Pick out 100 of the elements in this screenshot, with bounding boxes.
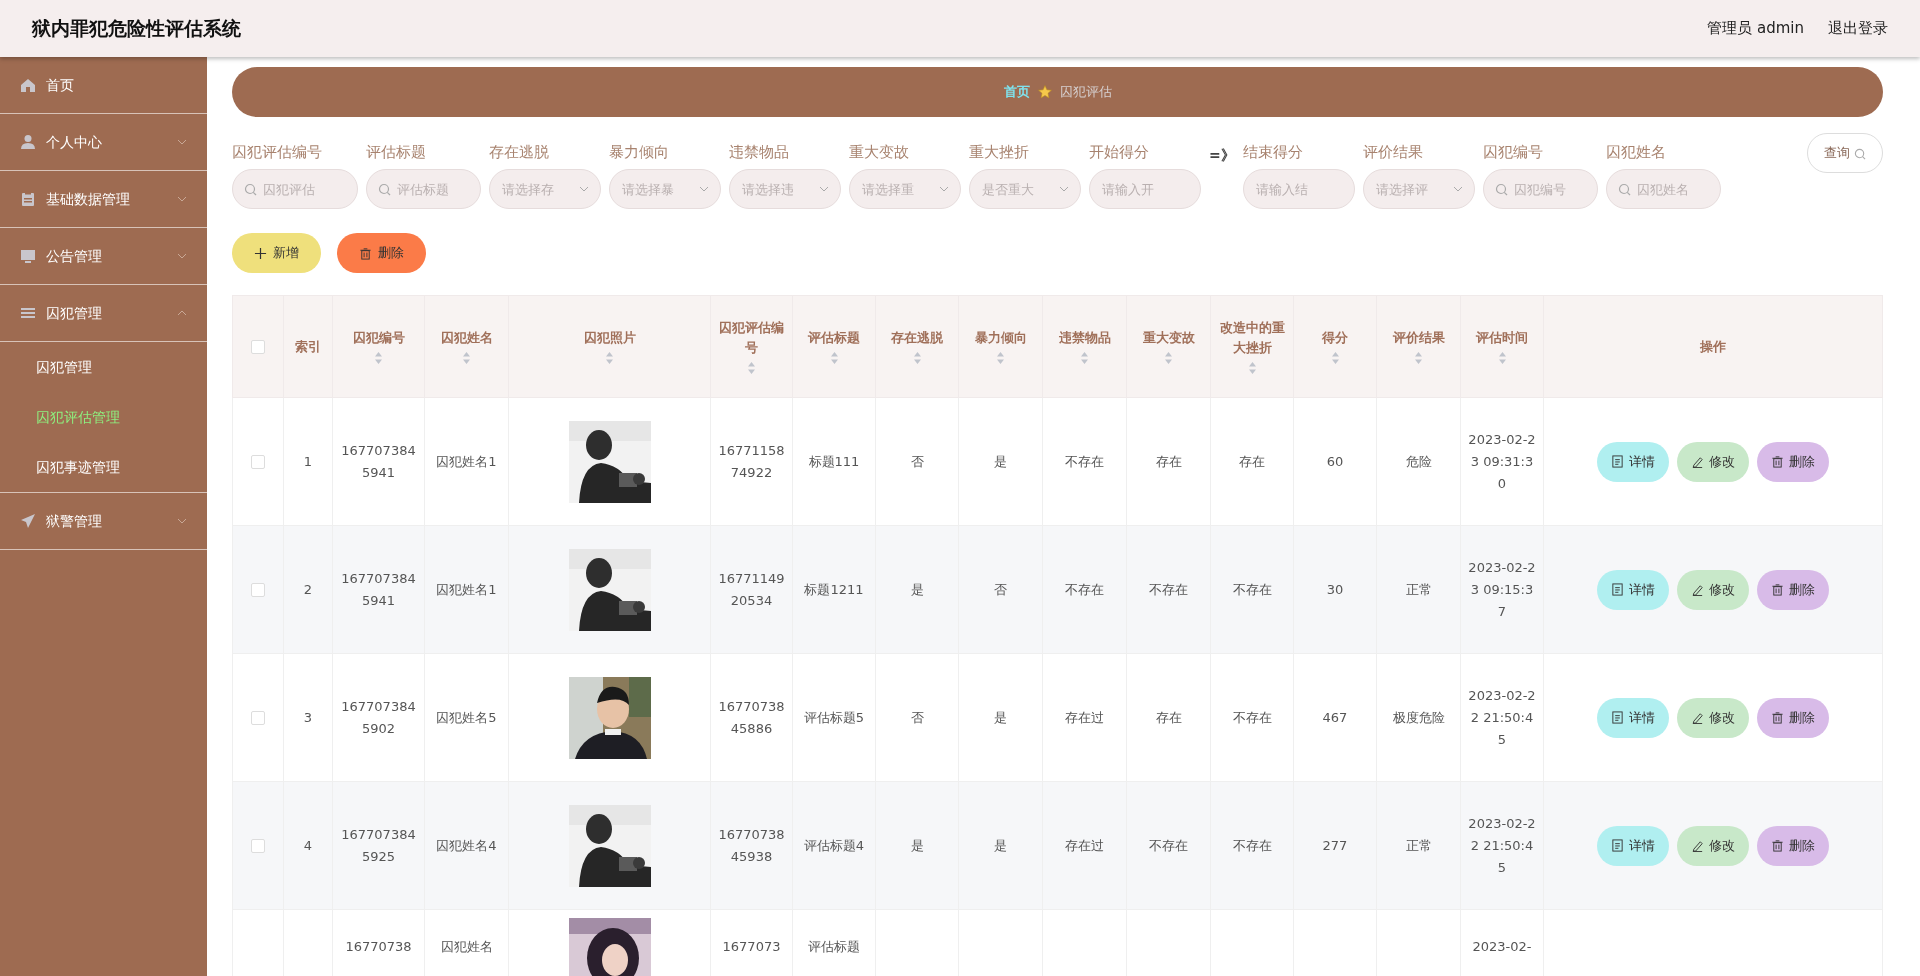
- table-cell: 467: [1322, 709, 1348, 725]
- sort-icon: [1414, 351, 1423, 366]
- filter-label: 暴力倾向: [609, 142, 670, 163]
- chevron-down-icon: [699, 184, 709, 194]
- sidebar-item[interactable]: 首页: [0, 57, 207, 114]
- table-cell: 1: [303, 453, 313, 469]
- table-cell: 评估标题4: [803, 837, 865, 853]
- table-cell: 30: [1326, 581, 1344, 597]
- submenu-item[interactable]: 囚犯事迹管理: [0, 442, 207, 492]
- table-cell: 存在: [1155, 709, 1182, 725]
- delete-button[interactable]: 删除: [1757, 825, 1829, 866]
- edit-button[interactable]: 修改: [1677, 441, 1749, 482]
- logout-link[interactable]: 退出登录: [1828, 17, 1888, 40]
- sort-icon: [1330, 351, 1340, 366]
- star-icon: [1037, 85, 1052, 99]
- search-field[interactable]: 囚犯编号: [1482, 169, 1598, 209]
- table-cell: 否: [994, 581, 1007, 597]
- edit-button[interactable]: 修改: [1677, 825, 1749, 866]
- pencil-icon: [1691, 583, 1704, 596]
- checkbox[interactable]: [251, 455, 265, 469]
- edit-button[interactable]: 修改: [1677, 569, 1749, 610]
- delete-button[interactable]: 删除: [1757, 441, 1829, 482]
- checkbox[interactable]: [251, 340, 265, 355]
- table-cell: 囚犯姓名1: [436, 453, 497, 469]
- clipboard-icon: [20, 191, 36, 207]
- breadcrumb-link[interactable]: 首页: [1003, 82, 1030, 102]
- detail-button[interactable]: 详情: [1597, 825, 1669, 866]
- trash-icon: [1771, 839, 1784, 852]
- search-icon: [1617, 183, 1631, 196]
- search-field[interactable]: 评估标题: [366, 169, 481, 209]
- delete-button[interactable]: 删除: [1757, 697, 1829, 738]
- sort-icon: [374, 351, 383, 366]
- table-cell: 是: [994, 837, 1007, 853]
- sidebar-item[interactable]: 基础数据管理: [0, 171, 207, 228]
- delete-button[interactable]: 删除: [337, 233, 426, 273]
- search-field[interactable]: 囚犯姓名: [1605, 169, 1721, 209]
- submenu-item[interactable]: 囚犯评估管理: [0, 392, 207, 442]
- chevron-down-icon: [939, 184, 949, 194]
- table-cell: 正常: [1405, 581, 1432, 597]
- table-cell: 否: [910, 453, 924, 469]
- table-cell: 2023-02-23 09:31:30: [1468, 431, 1536, 491]
- sort-icon: [1164, 351, 1173, 366]
- table-cell: 1677073845925: [341, 826, 416, 864]
- table-cell: 1677114920534: [718, 570, 785, 608]
- sidebar-item[interactable]: 公告管理: [0, 228, 207, 285]
- sort-icon: [1247, 361, 1257, 375]
- table-cell: 2023-02-22 21:50:45: [1468, 815, 1536, 875]
- column-header[interactable]: 索引: [288, 336, 328, 357]
- home-icon: [20, 77, 36, 93]
- table-cell: 囚犯姓名1: [436, 581, 497, 597]
- filter-label: 囚犯编号: [1482, 142, 1544, 163]
- table-cell: 存在过: [1065, 709, 1104, 725]
- checkbox[interactable]: [251, 711, 265, 725]
- add-button[interactable]: 新增: [232, 233, 321, 273]
- chevron-down-icon: [579, 184, 589, 194]
- sort-icon: [605, 351, 614, 366]
- table-cell: 1677073845938: [718, 826, 785, 864]
- detail-button[interactable]: 详情: [1597, 441, 1669, 482]
- select-field[interactable]: 是否重大: [969, 169, 1081, 209]
- delete-button[interactable]: 删除: [1757, 569, 1829, 610]
- pencil-icon: [1691, 455, 1704, 468]
- select-field[interactable]: 请选择存: [489, 169, 601, 209]
- trash-icon: [1771, 711, 1784, 724]
- sidebar-item[interactable]: 囚犯管理: [0, 285, 207, 342]
- column-header[interactable]: 操作: [1548, 336, 1878, 357]
- monitor-icon: [20, 248, 36, 264]
- submenu-item[interactable]: 囚犯管理: [0, 342, 207, 392]
- filter-label: 重大挫折: [969, 142, 1030, 163]
- sidebar-item[interactable]: 狱警管理: [0, 493, 207, 550]
- detail-button[interactable]: 详情: [1597, 569, 1669, 610]
- table-cell: 是: [910, 581, 924, 597]
- checkbox[interactable]: [251, 839, 265, 853]
- table-cell: 正常: [1405, 837, 1432, 853]
- table-cell: 存在: [1239, 453, 1265, 469]
- detail-button[interactable]: 详情: [1597, 697, 1669, 738]
- table-cell: 1677073845902: [341, 698, 416, 736]
- select-field[interactable]: 请选择重: [849, 169, 961, 209]
- table-cell: 277: [1322, 837, 1348, 853]
- table-cell: 存在过: [1065, 837, 1104, 853]
- query-button[interactable]: 查询: [1806, 133, 1883, 173]
- table-cell: 极度危险: [1392, 709, 1445, 725]
- table-cell: 1677073845886: [718, 698, 785, 736]
- table-cell: 不存在: [1232, 581, 1272, 597]
- search-field[interactable]: 囚犯评估: [232, 169, 358, 209]
- app-title: 狱内罪犯危险性评估系统: [32, 16, 241, 42]
- search-icon: [1494, 183, 1508, 196]
- table-cell: 囚犯姓名: [440, 939, 493, 954]
- search-icon: [378, 183, 391, 196]
- table-cell: 是: [994, 709, 1007, 725]
- edit-button[interactable]: 修改: [1677, 697, 1749, 738]
- checkbox[interactable]: [251, 583, 265, 597]
- table-cell: 2023-02-22 21:50:45: [1468, 687, 1536, 747]
- table-cell: 不存在: [1065, 453, 1104, 469]
- select-field[interactable]: 请选择评: [1362, 169, 1475, 209]
- sidebar-item[interactable]: 个人中心: [0, 114, 207, 171]
- document-icon: [1611, 455, 1624, 468]
- list-icon: [20, 305, 36, 321]
- user-label: 管理员 admin: [1707, 18, 1804, 40]
- paper-plane-icon: [20, 513, 36, 529]
- person-icon: [20, 134, 36, 150]
